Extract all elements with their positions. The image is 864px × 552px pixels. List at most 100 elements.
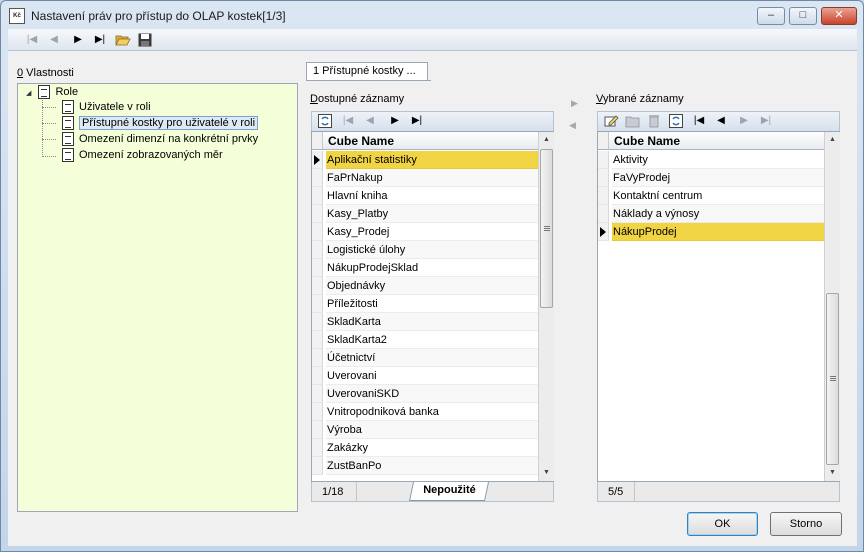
folder-icon[interactable] [625,113,641,129]
cube-name-cell[interactable]: ZustBanPo [326,457,538,475]
row-indicator [312,205,323,223]
table-row[interactable]: Náklady a výnosy [598,205,824,223]
available-scrollbar[interactable]: ▲ ▼ [538,132,554,481]
close-button[interactable]: ✕ [821,7,857,25]
row-indicator [312,223,323,241]
ok-button[interactable]: OK [687,512,758,536]
save-icon[interactable] [137,32,153,48]
cube-name-cell[interactable]: Kasy_Platby [326,205,538,223]
row-indicator [312,151,323,169]
cube-name-cell[interactable]: Objednávky [326,277,538,295]
cube-name-cell[interactable]: Kontaktní centrum [612,187,824,205]
selected-record-counter: 5/5 [608,486,624,498]
cube-name-cell[interactable]: Logistické úlohy [326,241,538,259]
row-indicator [598,205,609,223]
table-row[interactable]: NákupProdej [598,223,824,241]
grid-prev-button[interactable]: ◀ [713,113,729,129]
tree-item-dimension-restrictions[interactable]: Omezení dimenzí na konkrétní prvky [62,131,258,147]
minimize-button[interactable]: – [757,7,785,25]
table-row[interactable]: Hlavní kniha [312,187,538,205]
table-row[interactable]: Uverovani [312,367,538,385]
cube-name-cell[interactable]: Hlavní kniha [326,187,538,205]
grid-last-button[interactable]: ▶| [409,113,425,129]
selected-grid-header[interactable]: Cube Name [598,132,825,150]
grid-prev-button[interactable]: ◀ [362,113,378,129]
table-row[interactable]: Zakázky [312,439,538,457]
edit-records-icon[interactable] [603,113,619,129]
cube-name-cell[interactable]: Aktivity [612,151,824,169]
move-left-button[interactable]: ◀ [569,120,576,131]
table-row[interactable]: UverovaniSKD [312,385,538,403]
table-row[interactable]: SkladKarta2 [312,331,538,349]
tree-item-accessible-cubes[interactable]: Přístupné kostky pro uživatelé v roli [62,115,259,131]
cube-name-cell[interactable]: Kasy_Prodej [326,223,538,241]
tree-expander-icon[interactable]: ◢ [26,90,31,97]
table-row[interactable]: NákupProdejSklad [312,259,538,277]
cube-name-cell[interactable]: Zakázky [326,439,538,457]
table-row[interactable]: ZustBanPo [312,457,538,475]
scroll-up-icon[interactable]: ▲ [825,132,840,148]
grid-last-button[interactable]: ▶| [758,113,774,129]
table-row[interactable]: FaPrNakup [312,169,538,187]
refresh-icon[interactable] [317,113,333,129]
scroll-thumb[interactable] [540,149,553,308]
cube-name-cell[interactable]: UverovaniSKD [326,385,538,403]
refresh-icon[interactable] [668,113,684,129]
scroll-down-icon[interactable]: ▼ [825,465,840,481]
cube-name-cell[interactable]: NákupProdejSklad [326,259,538,277]
table-row[interactable]: Aktivity [598,151,824,169]
scroll-thumb[interactable] [826,293,839,465]
tab-unused[interactable]: Nepoužité [408,482,490,501]
grid-first-button[interactable]: |◀ [691,113,707,129]
table-row[interactable]: Kasy_Platby [312,205,538,223]
last-record-button[interactable]: ▶| [92,32,108,48]
folder-open-icon[interactable] [115,32,131,48]
delete-icon[interactable] [646,113,662,129]
prev-record-button[interactable]: ◀ [46,32,62,48]
cube-name-cell[interactable]: Výroba [326,421,538,439]
tree-item-measure-restrictions[interactable]: Omezení zobrazovaných měr [62,147,223,163]
title-bar[interactable]: Kč Nastavení práv pro přístup do OLAP ko… [1,1,863,29]
grid-first-button[interactable]: |◀ [340,113,356,129]
cube-name-cell[interactable]: NákupProdej [612,223,824,241]
first-record-button[interactable]: |◀ [24,32,40,48]
scroll-up-icon[interactable]: ▲ [539,132,554,148]
table-row[interactable]: Aplikační statistiky [312,151,538,169]
table-row[interactable]: Výroba [312,421,538,439]
cube-name-cell[interactable]: Náklady a výnosy [612,205,824,223]
cube-name-cell[interactable]: Vnitropodniková banka [326,403,538,421]
grid-next-button[interactable]: ▶ [736,113,752,129]
tree-root-role[interactable]: ◢ Role [26,84,78,100]
table-row[interactable]: Vnitropodniková banka [312,403,538,421]
table-row[interactable]: Kontaktní centrum [598,187,824,205]
grid-next-button[interactable]: ▶ [387,113,403,129]
selected-scrollbar[interactable]: ▲ ▼ [824,132,840,481]
table-row[interactable]: FaVyProdej [598,169,824,187]
cube-name-cell[interactable]: SkladKarta [326,313,538,331]
row-indicator [312,259,323,277]
available-grid-header[interactable]: Cube Name [312,132,539,150]
move-right-button[interactable]: ▶ [571,98,578,109]
table-row[interactable]: Příležitosti [312,295,538,313]
cube-name-cell[interactable]: Příležitosti [326,295,538,313]
cube-name-cell[interactable]: FaPrNakup [326,169,538,187]
table-row[interactable]: Objednávky [312,277,538,295]
cancel-button[interactable]: Storno [770,512,842,536]
main-toolbar: |◀ ◀ ▶ ▶| [8,29,857,51]
available-grid-footer: 1/18 Nepoužité [311,482,554,502]
table-row[interactable]: Kasy_Prodej [312,223,538,241]
tab-accessible-cubes[interactable]: 1 Přístupné kostky ... [306,62,428,80]
cube-name-cell[interactable]: Aplikační statistiky [326,151,538,169]
table-row[interactable]: Logistické úlohy [312,241,538,259]
tree-item-users-in-role[interactable]: Uživatele v roli [62,99,151,115]
table-row[interactable]: SkladKarta [312,313,538,331]
cube-name-cell[interactable]: Účetnictví [326,349,538,367]
cube-name-cell[interactable]: Uverovani [326,367,538,385]
maximize-button[interactable]: □ [789,7,817,25]
cube-name-cell[interactable]: SkladKarta2 [326,331,538,349]
table-row[interactable]: Účetnictví [312,349,538,367]
next-record-button[interactable]: ▶ [70,32,86,48]
document-icon [62,100,74,115]
scroll-down-icon[interactable]: ▼ [539,465,554,481]
cube-name-cell[interactable]: FaVyProdej [612,169,824,187]
